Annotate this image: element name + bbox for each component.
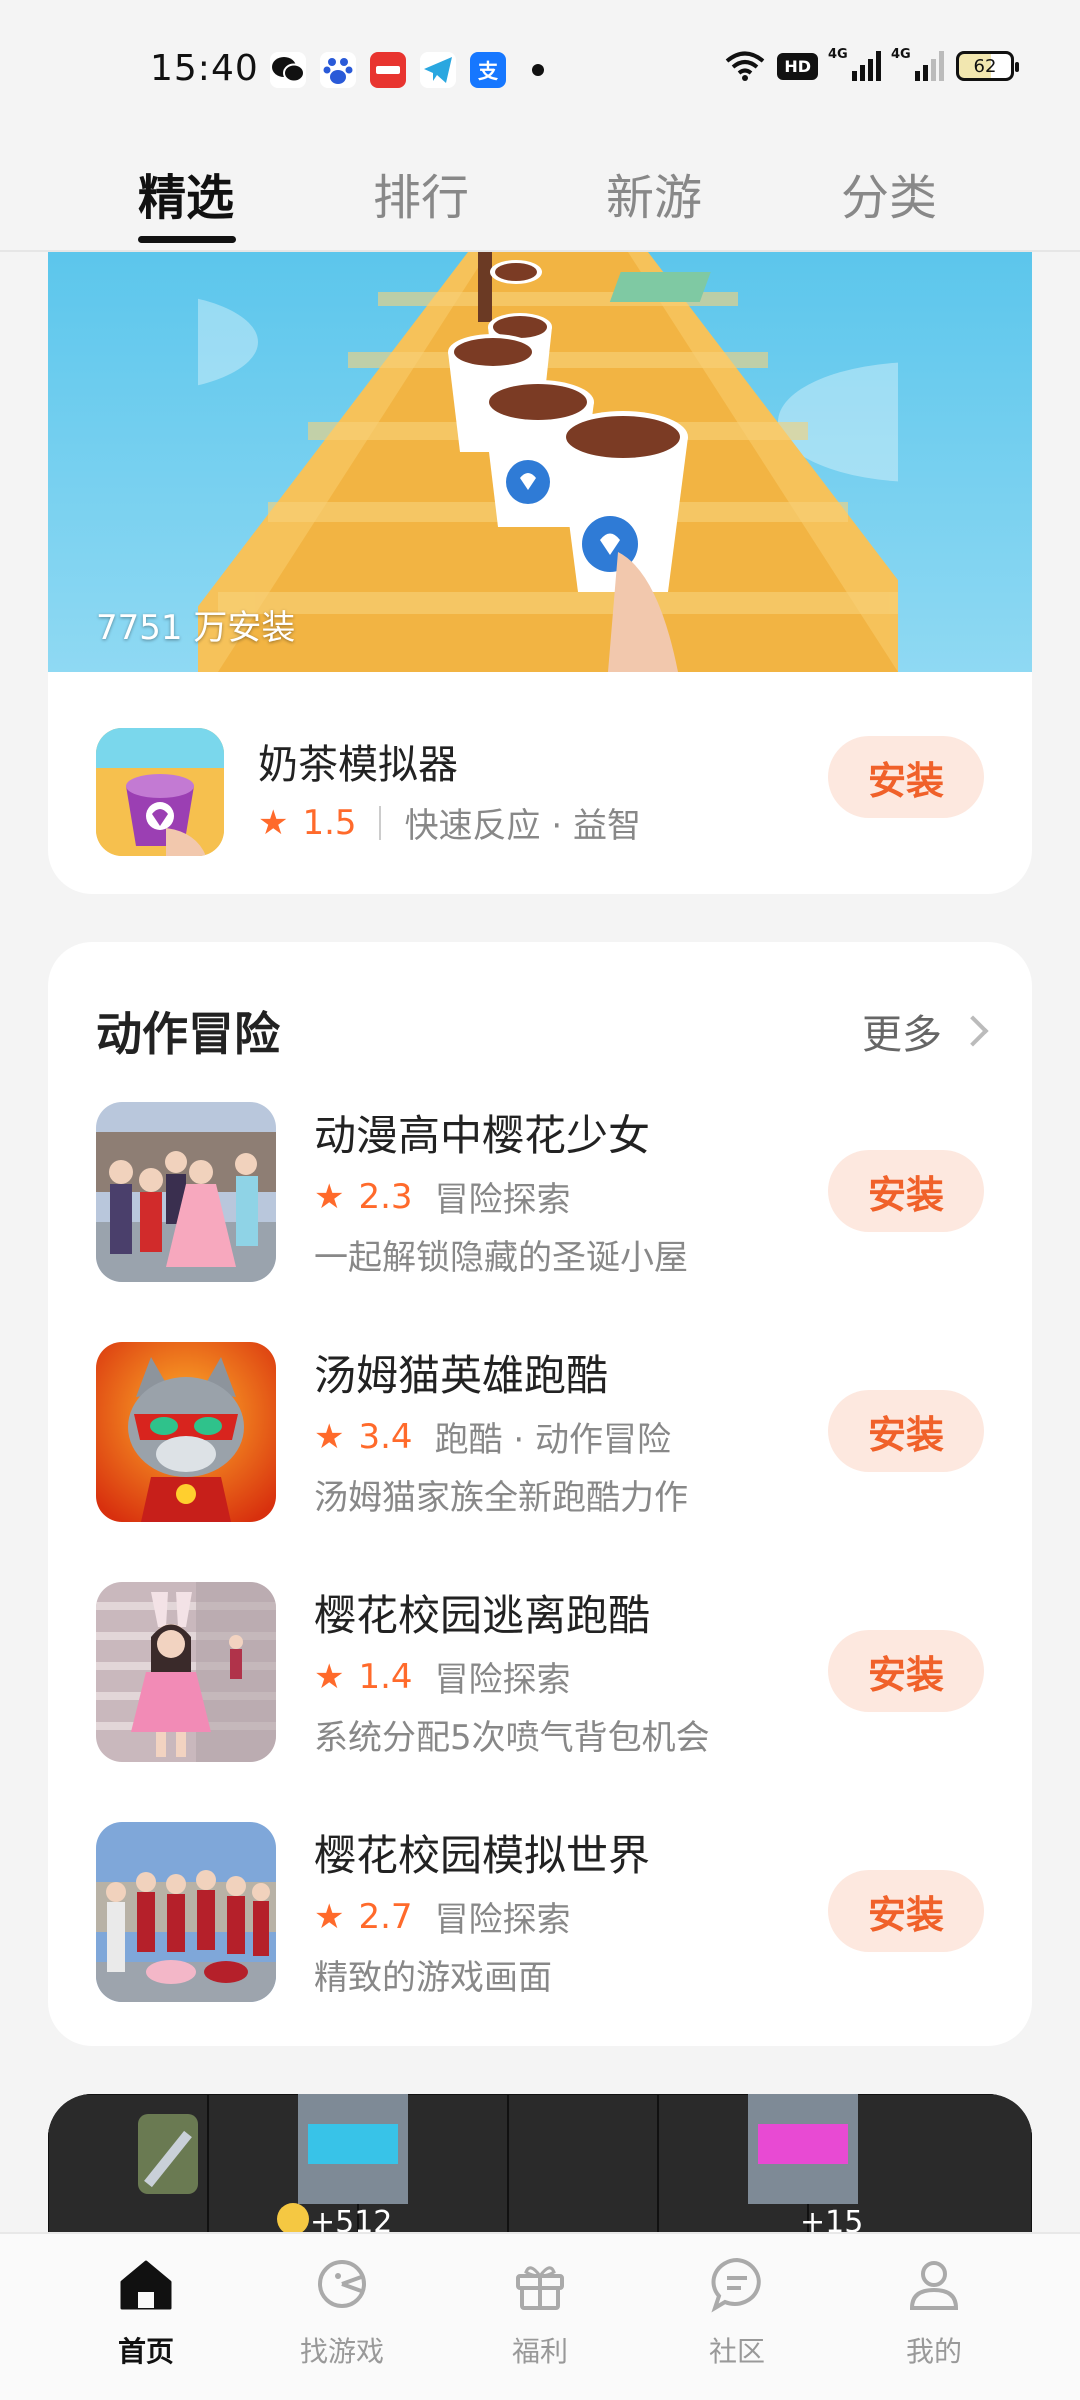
game-search-icon	[318, 2260, 366, 2308]
section-title: 动作冒险	[96, 1007, 280, 1061]
game-description: 汤姆猫家族全新跑酷力作	[314, 1478, 688, 1518]
install-button[interactable]: 安装	[828, 1150, 984, 1232]
game-description: 精致的游戏画面	[314, 1958, 552, 1998]
banner-artwork: +512 +15	[48, 2094, 1032, 2234]
nav-label: 首页	[117, 2335, 174, 2368]
game-name[interactable]: 樱花校园逃离跑酷	[314, 1582, 650, 1643]
top-tab-bar: 精选 排行 新游 分类	[0, 140, 1080, 252]
nav-label: 找游戏	[299, 2335, 384, 2368]
tab-new-games[interactable]: 新游	[606, 158, 702, 228]
signal-2-icon: 4G	[891, 47, 944, 81]
nav-label: 社区	[708, 2335, 765, 2368]
game-list-item[interactable]: 汤姆猫英雄跑酷 ★ 3.4 跑酷 · 动作冒险 汤姆猫家族全新跑酷力作 安装	[48, 1342, 1032, 1542]
star-icon: ★	[258, 802, 289, 843]
star-icon: ★	[314, 1416, 345, 1457]
tab-featured[interactable]: 精选	[138, 158, 234, 228]
more-notifications-dot	[532, 64, 544, 76]
featured-app-meta: ★ 1.5 快速反应 · 益智	[258, 798, 641, 847]
game-icon-sakura-escape[interactable]	[96, 1582, 276, 1762]
app-tags: 快速反应 · 益智	[404, 806, 641, 846]
game-list-item[interactable]: 樱花校园逃离跑酷 ★ 1.4 冒险探索 系统分配5次喷气背包机会 安装	[48, 1582, 1032, 1782]
game-icon-anime-school-girl[interactable]	[96, 1102, 276, 1282]
baidu-icon	[320, 52, 356, 88]
chat-icon	[711, 2257, 761, 2313]
gift-icon	[516, 2266, 564, 2310]
game-tags: 冒险探索	[434, 1180, 571, 1220]
game-meta: ★ 1.4 冒险探索	[314, 1652, 571, 1701]
banner-artwork	[198, 252, 898, 672]
status-bar: 15:40 支 HD 4G 4G 62	[0, 0, 1080, 130]
status-time: 15:40	[150, 48, 259, 89]
tab-ranking[interactable]: 排行	[373, 158, 469, 228]
star-icon: ★	[314, 1896, 345, 1937]
hd-voice-icon: HD	[777, 52, 818, 80]
game-name[interactable]: 汤姆猫英雄跑酷	[314, 1342, 608, 1403]
star-icon: ★	[314, 1176, 345, 1217]
game-meta: ★ 3.4 跑酷 · 动作冒险	[314, 1412, 671, 1461]
game-description: 一起解锁隐藏的圣诞小屋	[314, 1238, 688, 1278]
signal-1-icon: 4G	[828, 47, 881, 81]
alipay-icon: 支	[470, 52, 506, 88]
nav-benefits[interactable]: 福利	[460, 2254, 620, 2370]
telegram-icon	[420, 52, 456, 88]
banner-right-value: +15	[800, 2205, 863, 2234]
game-meta: ★ 2.3 冒险探索	[314, 1172, 571, 1221]
game-description: 系统分配5次喷气背包机会	[314, 1718, 710, 1758]
profile-icon	[909, 2261, 959, 2310]
more-link[interactable]: 更多	[862, 1002, 989, 1060]
system-icons: HD 4G 4G 62	[725, 47, 1019, 82]
nav-community[interactable]: 社区	[657, 2254, 817, 2370]
wifi-icon	[726, 51, 765, 81]
home-icon	[120, 2260, 172, 2310]
install-button[interactable]: 安装	[828, 1630, 984, 1712]
nav-label: 福利	[511, 2335, 568, 2368]
featured-banner-image[interactable]: 7751 万安装	[48, 252, 1032, 672]
nav-find-games[interactable]: 找游戏	[262, 2254, 422, 2370]
game-icon-sakura-world[interactable]	[96, 1822, 276, 2002]
nav-home[interactable]: 首页	[66, 2254, 226, 2370]
tab-categories[interactable]: 分类	[841, 158, 937, 228]
divider	[378, 805, 381, 840]
active-tab-indicator	[138, 236, 236, 243]
install-count: 7751 万安装	[96, 608, 296, 648]
banner-left-value: +512	[310, 2205, 392, 2234]
game-name[interactable]: 动漫高中樱花少女	[314, 1102, 650, 1163]
featured-app-row[interactable]: 奶茶模拟器 ★ 1.5 快速反应 · 益智 安装	[48, 672, 1032, 894]
install-button-featured[interactable]: 安装	[828, 736, 984, 818]
game-tags: 冒险探索	[434, 1900, 571, 1940]
next-banner-image[interactable]: +512 +15	[48, 2094, 1032, 2234]
rating-value: 1.5	[302, 802, 357, 843]
more-label: 更多	[862, 1012, 942, 1058]
app-icon-milk-tea[interactable]	[96, 728, 224, 856]
bottom-navigation: 首页 找游戏 福利 社区 我的	[0, 2232, 1080, 2400]
game-tags: 冒险探索	[434, 1660, 571, 1700]
game-meta: ★ 2.7 冒险探索	[314, 1892, 571, 1941]
install-button[interactable]: 安装	[828, 1390, 984, 1472]
install-button[interactable]: 安装	[828, 1870, 984, 1952]
nav-profile[interactable]: 我的	[854, 2254, 1014, 2370]
featured-game-card[interactable]: 7751 万安装 奶茶模拟器 ★ 1.5 快速反应 · 益智 安装	[48, 252, 1032, 894]
game-list-item[interactable]: 动漫高中樱花少女 ★ 2.3 冒险探索 一起解锁隐藏的圣诞小屋 安装	[48, 1102, 1032, 1302]
rating-value: 1.4	[358, 1656, 413, 1697]
star-icon: ★	[314, 1656, 345, 1697]
wechat-icon	[270, 52, 306, 88]
game-name[interactable]: 樱花校园模拟世界	[314, 1822, 650, 1883]
game-tags: 跑酷 · 动作冒险	[434, 1420, 671, 1460]
nav-label: 我的	[905, 2335, 962, 2368]
app-screen: 15:40 支 HD 4G 4G 62 精选 排行 新游 分类 7751 万安装…	[0, 0, 1080, 2400]
battery-icon: 62	[956, 51, 1019, 81]
svg-text:支: 支	[478, 59, 499, 83]
rating-value: 2.7	[358, 1896, 413, 1937]
notification-icons: 支	[270, 52, 544, 88]
action-adventure-section: 动作冒险 更多 动漫高中樱花少女 ★ 2.3 冒险探索 一起解锁隐藏的圣诞小屋 …	[48, 942, 1032, 2046]
xiaohongshu-icon	[370, 52, 406, 88]
rating-value: 3.4	[358, 1416, 413, 1457]
rating-value: 2.3	[358, 1176, 413, 1217]
game-icon-talking-tom-hero[interactable]	[96, 1342, 276, 1522]
chevron-right-icon	[957, 1015, 989, 1047]
game-list-item[interactable]: 樱花校园模拟世界 ★ 2.7 冒险探索 精致的游戏画面 安装	[48, 1822, 1032, 2022]
featured-app-name[interactable]: 奶茶模拟器	[258, 732, 458, 790]
